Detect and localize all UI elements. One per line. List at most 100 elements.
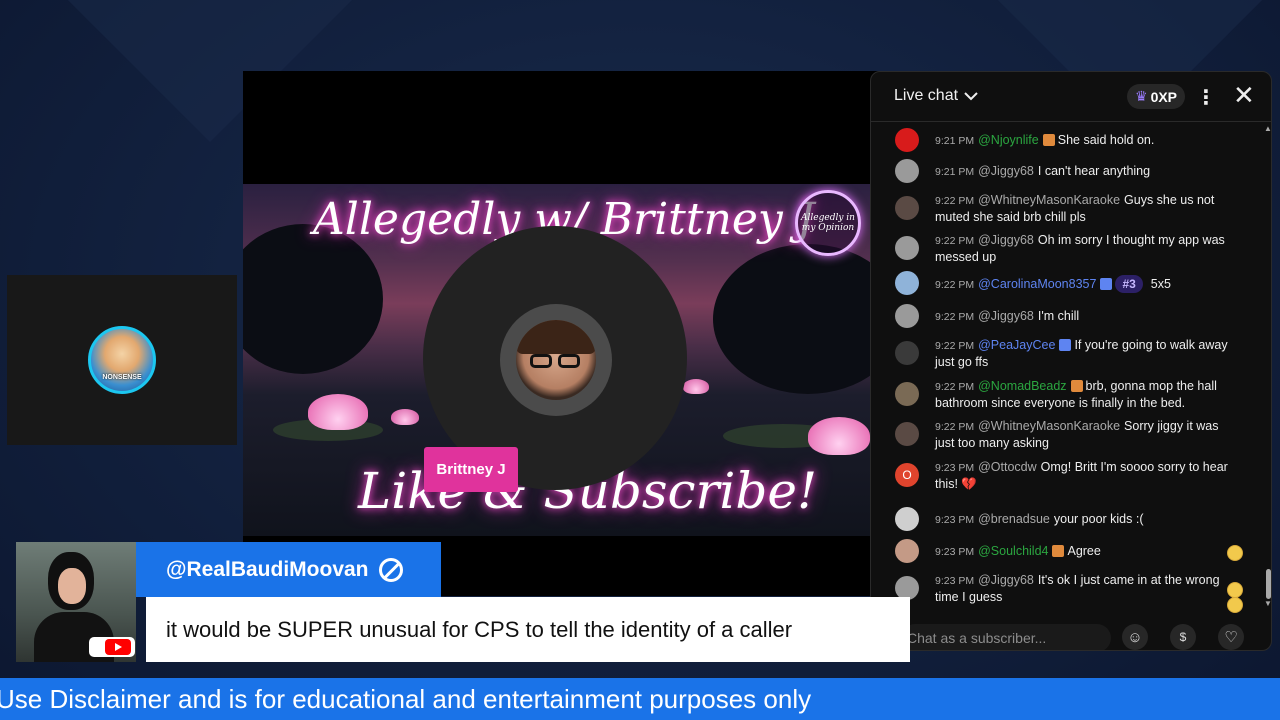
chat-author[interactable]: @WhitneyMasonKaraoke (978, 193, 1120, 207)
ticker-text: Use Disclaimer and is for educational an… (0, 683, 812, 714)
emoji-icon[interactable]: ☺ (1122, 624, 1148, 650)
chat-message[interactable]: 9:22 PM @PeaJayCee If you're going to walk… (871, 337, 1251, 373)
chat-text: Agree (1067, 544, 1101, 558)
chat-avatar[interactable] (895, 341, 919, 365)
chat-author[interactable]: @PeaJayCee (978, 338, 1055, 352)
chat-message[interactable]: 9:23 PM @Soulchild4 Agree (871, 539, 1251, 563)
comment-text: it would be SUPER unusual for CPS to tel… (166, 616, 793, 642)
chat-message-body: 9:22 PM @Jiggy68 Oh im sorry I thought my … (935, 232, 1235, 265)
chat-author[interactable]: @Ottocdw (978, 460, 1037, 474)
chat-author[interactable]: @CarolinaMoon8357 (978, 277, 1096, 291)
chat-timestamp: 9:23 PM (935, 462, 975, 474)
chat-message[interactable]: 9:22 PM @CarolinaMoon8357 #3 5x5 (871, 271, 1251, 295)
chat-author[interactable]: @Jiggy68 (978, 309, 1034, 323)
chat-timestamp: 9:22 PM (935, 279, 975, 291)
scrollbar-thumb[interactable] (1266, 569, 1271, 599)
chat-timestamp: 9:22 PM (935, 421, 975, 433)
chat-timestamp: 9:21 PM (935, 135, 975, 147)
chat-message-body: 9:23 PM @Jiggy68 It's ok I just came in at… (935, 572, 1235, 605)
chat-avatar[interactable]: O (895, 463, 919, 487)
member-badge-icon (1070, 380, 1083, 392)
channel-avatar-label: NONSENSE (102, 374, 142, 381)
live-chat-panel: Live chat ♛ 0XP ⋮ ✕ 9:21 PM @Njoynlife She… (870, 71, 1272, 651)
chat-author[interactable]: @Njoynlife (978, 133, 1039, 147)
speaker-avatar (516, 320, 596, 400)
scroll-down-arrow[interactable]: ▼ (1264, 599, 1271, 608)
chat-text: She said hold on. (1057, 133, 1155, 147)
chat-message[interactable]: 9:22 PM @WhitneyMasonKaraoke Guys she us n… (871, 192, 1251, 228)
disclaimer-ticker: Use Disclaimer and is for educational an… (0, 678, 1280, 720)
chat-message-body: 9:22 PM @NomadBeadz brb, gonna mop the hal… (935, 378, 1235, 411)
comment-handle-bar: @RealBaudiMoovan (136, 542, 441, 597)
xp-badge[interactable]: ♛ 0XP (1127, 84, 1186, 109)
chat-avatar[interactable] (895, 196, 919, 220)
chat-message[interactable]: 9:21 PM @Jiggy68 I can't hear anything (871, 159, 1251, 183)
chat-author[interactable]: @NomadBeadz (978, 379, 1066, 393)
chat-author[interactable]: @Soulchild4 (978, 544, 1048, 558)
chat-author[interactable]: @brenadsue (978, 512, 1050, 526)
chat-message[interactable]: O 9:23 PM @Ottocdw Omg! Britt I'm soooo sor… (871, 459, 1251, 495)
member-badge-icon (1100, 278, 1113, 290)
chat-message[interactable]: 9:22 PM @NomadBeadz brb, gonna mop the hal… (871, 378, 1251, 414)
chat-avatar[interactable] (895, 271, 919, 295)
chat-input-row: ☺ $ ♡ (871, 622, 1271, 650)
chat-message[interactable]: 9:23 PM @Jiggy68 It's ok I just came in at… (871, 572, 1251, 608)
chat-author[interactable]: @Jiggy68 (978, 233, 1034, 247)
chat-text: I'm chill (1037, 309, 1080, 323)
youtube-logo (89, 637, 135, 657)
chat-timestamp: 9:22 PM (935, 311, 975, 323)
chat-avatar[interactable] (895, 128, 919, 152)
xp-value: 0XP (1150, 88, 1178, 105)
chat-input[interactable] (901, 624, 1111, 650)
chat-message-list: 9:21 PM @Njoynlife She said hold on. 9:21 P… (871, 124, 1263, 620)
chat-message[interactable]: 9:22 PM @Jiggy68 I'm chill (871, 304, 1251, 328)
chat-avatar[interactable] (895, 304, 919, 328)
chat-avatar[interactable] (895, 422, 919, 446)
chat-timestamp: 9:22 PM (935, 340, 975, 352)
guest-preview-tile: NONSENSE (7, 275, 237, 445)
reaction-emoji-icon[interactable] (1227, 545, 1243, 561)
member-badge-icon (1042, 134, 1055, 146)
chat-text: 5x5 (1150, 277, 1171, 291)
chat-message-body: 9:23 PM @brenadsue your poor kids :( (935, 511, 1235, 528)
speaker-name-tag: Brittney J (424, 447, 518, 492)
reaction-emoji-icon[interactable] (1227, 582, 1243, 598)
chat-timestamp: 9:23 PM (935, 575, 975, 587)
scenery-tree (713, 244, 880, 394)
chat-message[interactable]: 9:22 PM @WhitneyMasonKaraoke Sorry jiggy i… (871, 418, 1251, 454)
chat-message[interactable]: 9:23 PM @brenadsue your poor kids :( (871, 507, 1251, 531)
super-chat-icon[interactable]: $ (1170, 624, 1196, 650)
chat-message-body: 9:23 PM @Soulchild4 Agree (935, 543, 1235, 560)
reaction-emoji-icon[interactable] (1227, 597, 1243, 613)
chat-message[interactable]: 9:21 PM @Njoynlife She said hold on. (871, 128, 1251, 152)
chat-author[interactable]: @WhitneyMasonKaraoke (978, 419, 1120, 433)
chat-timestamp: 9:21 PM (935, 166, 975, 178)
scroll-up-arrow[interactable]: ▲ (1264, 124, 1271, 133)
chat-avatar[interactable] (895, 159, 919, 183)
close-icon[interactable]: ✕ (1233, 82, 1255, 108)
chat-timestamp: 9:22 PM (935, 381, 975, 393)
member-badge-icon (1059, 339, 1072, 351)
speaker-avatar-ring (500, 304, 612, 416)
heart-icon[interactable]: ♡ (1218, 624, 1244, 650)
channel-avatar: NONSENSE (88, 326, 156, 394)
chat-message-body: 9:21 PM @Njoynlife She said hold on. (935, 132, 1235, 149)
chat-author[interactable]: @Jiggy68 (978, 164, 1034, 178)
thumbnail-logo: Allegedly in my Opinion (795, 190, 861, 256)
chat-message-body: 9:22 PM @PeaJayCee If you're going to walk… (935, 337, 1235, 370)
chat-header: Live chat ♛ 0XP ⋮ ✕ (871, 72, 1271, 122)
chat-avatar[interactable] (895, 507, 919, 531)
chat-avatar[interactable] (895, 539, 919, 563)
lotus-flower (683, 379, 709, 394)
chat-message[interactable]: 9:22 PM @Jiggy68 Oh im sorry I thought my … (871, 232, 1251, 268)
comment-handle: @RealBaudiMoovan (166, 557, 369, 581)
chat-avatar[interactable] (895, 236, 919, 260)
more-vert-icon[interactable]: ⋮ (1196, 85, 1216, 110)
chat-message-body: 9:22 PM @Jiggy68 I'm chill (935, 308, 1235, 325)
chat-message-body: 9:22 PM @WhitneyMasonKaraoke Guys she us n… (935, 192, 1235, 225)
chat-avatar[interactable] (895, 382, 919, 406)
chat-mode-selector[interactable]: Live chat (894, 87, 978, 105)
stream-video[interactable]: Allegedly w/ Brittney J Allegedly in my … (243, 71, 880, 596)
chat-title: Live chat (894, 87, 959, 104)
chat-author[interactable]: @Jiggy68 (978, 573, 1034, 587)
